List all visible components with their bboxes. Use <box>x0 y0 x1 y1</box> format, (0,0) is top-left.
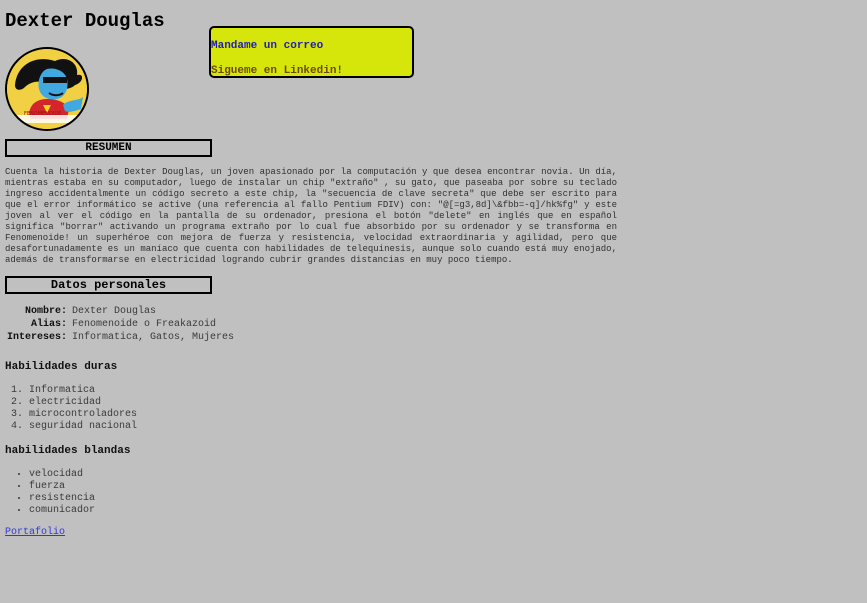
linkedin-link[interactable]: Sigueme en Linkedin! <box>211 65 343 77</box>
list-item: resistencia <box>29 493 95 505</box>
hero-illustration <box>7 49 87 129</box>
avatar <box>5 47 89 131</box>
intereses-label: Intereses: <box>7 332 68 343</box>
alias-label: Alias: <box>31 319 68 330</box>
soft-skills-heading: habilidades blandas <box>5 445 131 457</box>
intereses-value: Informatica, Gatos, Mujeres <box>72 332 235 343</box>
list-item: electricidad <box>29 397 137 409</box>
list-item: velocidad <box>29 469 95 481</box>
alias-value: Fenomenoide o Freakazoid <box>72 319 217 330</box>
list-item: Informatica <box>29 385 137 397</box>
contact-box: Mandame un correo Sigueme en Linkedin! <box>209 26 414 78</box>
list-item: microcontroladores <box>29 409 137 421</box>
nombre-value: Dexter Douglas <box>72 306 157 317</box>
page-title: Dexter Douglas <box>5 10 165 32</box>
list-item: seguridad nacional <box>29 421 137 433</box>
soft-skills-list: velocidad fuerza resistencia comunicador <box>5 469 95 517</box>
hard-skills-heading: Habilidades duras <box>5 361 118 373</box>
email-link[interactable]: Mandame un correo <box>211 40 323 52</box>
table-row: Nombre: Dexter Douglas <box>6 306 236 317</box>
personal-data-table: Nombre: Dexter Douglas Alias: Fenomenoid… <box>4 304 238 345</box>
table-row: Alias: Fenomenoide o Freakazoid <box>6 319 236 330</box>
resumen-heading: RESUMEN <box>5 139 212 157</box>
datos-personales-heading: Datos personales <box>5 276 212 294</box>
nombre-label: Nombre: <box>25 306 68 317</box>
portfolio-link[interactable]: Portafolio <box>5 527 65 538</box>
table-row: Intereses: Informatica, Gatos, Mujeres <box>6 332 236 343</box>
avatar-caption: FENOMENOIDE <box>24 111 62 117</box>
hard-skills-list: Informatica electricidad microcontrolado… <box>5 385 137 433</box>
list-item: fuerza <box>29 481 95 493</box>
resumen-text: Cuenta la historia de Dexter Douglas, un… <box>5 167 617 265</box>
list-item: comunicador <box>29 505 95 517</box>
